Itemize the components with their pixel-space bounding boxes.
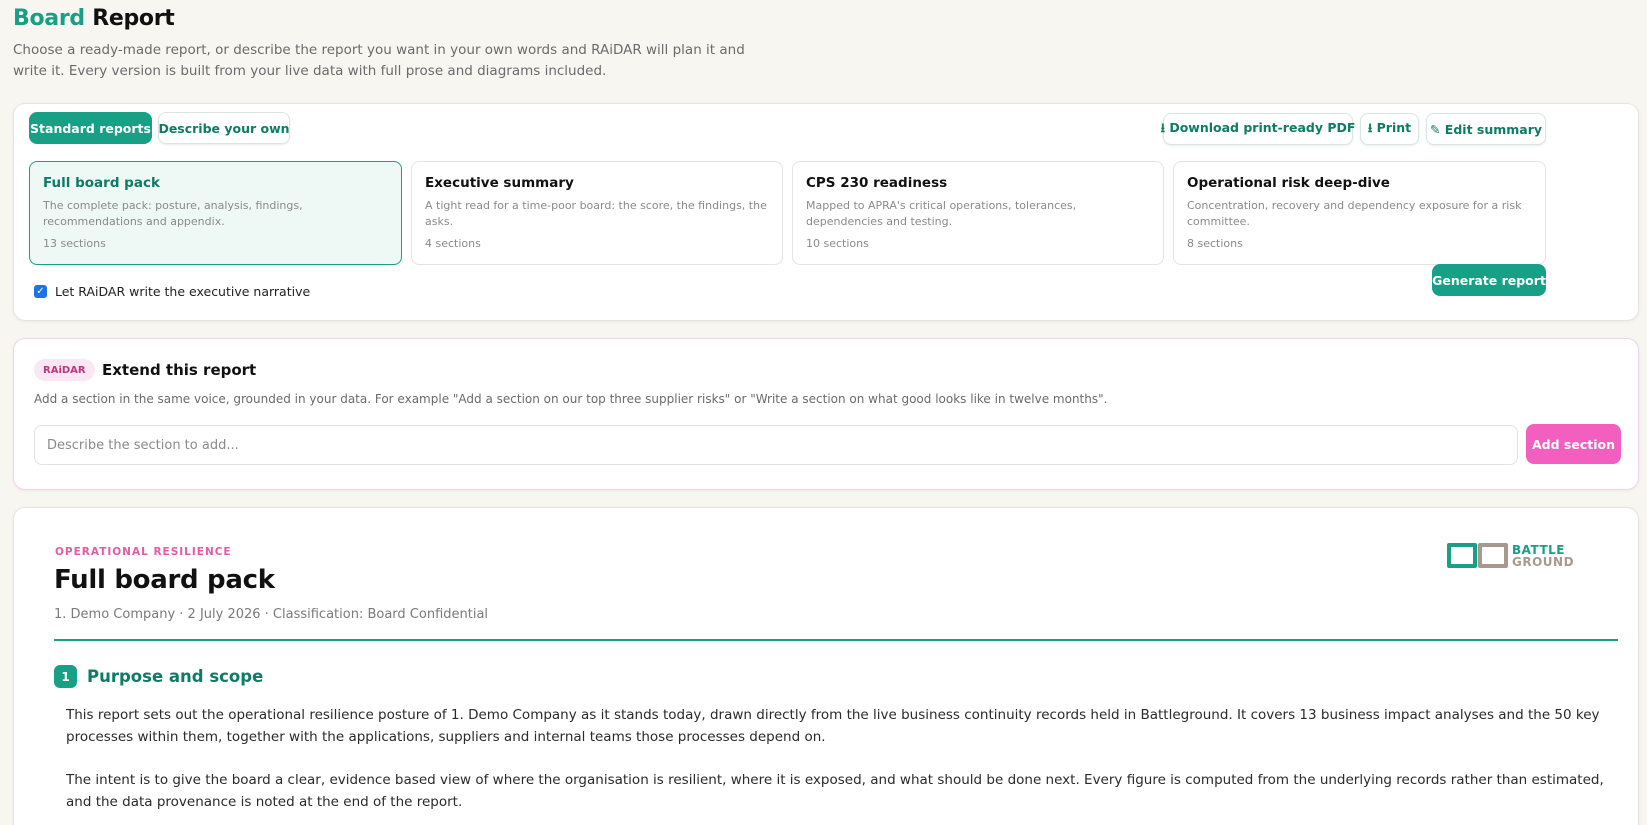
report-preview: OPERATIONAL RESILIENCE Full board pack 1… [13, 507, 1639, 825]
template-section-count: 13 sections [43, 237, 106, 250]
logo-mark-icon [1447, 543, 1508, 568]
section-paragraph: This report sets out the operational res… [66, 707, 1600, 745]
section-description-input[interactable] [34, 425, 1518, 465]
template-description: The complete pack: posture, analysis, fi… [43, 199, 303, 228]
logo-word-1: BATTLE [1512, 542, 1565, 557]
template-description: Mapped to APRA's critical operations, to… [806, 199, 1077, 228]
template-full-board-pack[interactable]: Full board pack The complete pack: postu… [29, 161, 402, 265]
template-description: A tight read for a time-poor board: the … [425, 199, 767, 228]
edit-summary-button[interactable]: ✎ Edit summary [1426, 113, 1546, 145]
narrative-checkbox-label: Let RAiDAR write the executive narrative [55, 284, 311, 299]
report-meta: 1. Demo Company · 2 July 2026 · Classifi… [54, 607, 489, 622]
report-selector-card: Standard reports Describe your own ⭳ Dow… [13, 103, 1639, 321]
standard-reports-tab[interactable]: Standard reports [29, 112, 152, 144]
template-title: CPS 230 readiness [806, 175, 948, 191]
template-section-count: 10 sections [806, 237, 869, 250]
template-section-count: 8 sections [1187, 237, 1243, 250]
report-divider [54, 639, 1618, 641]
print-button[interactable]: ⭳ Print [1360, 113, 1419, 145]
narrative-checkbox[interactable]: ✓ [34, 285, 47, 298]
logo-word-2: GROUND [1512, 554, 1575, 569]
template-title: Full board pack [43, 175, 160, 191]
page-subtitle: Choose a ready-made report, or describe … [13, 42, 745, 79]
template-cps-230-readiness[interactable]: CPS 230 readiness Mapped to APRA's criti… [792, 161, 1164, 265]
describe-your-own-tab[interactable]: Describe your own [158, 112, 290, 144]
add-section-button[interactable]: Add section [1526, 424, 1621, 464]
template-title: Operational risk deep-dive [1187, 175, 1390, 191]
template-operational-risk-deep-dive[interactable]: Operational risk deep-dive Concentration… [1173, 161, 1546, 265]
extend-description: Add a section in the same voice, grounde… [34, 392, 1108, 406]
section-title: Purpose and scope [87, 667, 264, 686]
page-title: Board Report [13, 6, 175, 31]
template-section-count: 4 sections [425, 237, 481, 250]
section-number: 1 [54, 665, 77, 688]
section-paragraph: The intent is to give the board a clear,… [66, 772, 1604, 810]
report-eyebrow: OPERATIONAL RESILIENCE [55, 546, 232, 558]
download-pdf-button[interactable]: ⭳ Download print-ready PDF [1161, 113, 1355, 145]
extend-report-card: RAiDAR Extend this report Add a section … [13, 338, 1639, 490]
raidar-badge: RAiDAR [34, 359, 95, 381]
section-heading: 1 Purpose and scope [54, 665, 263, 688]
page-title-rest: Report [92, 6, 175, 31]
extend-title: Extend this report [102, 361, 257, 379]
template-description: Concentration, recovery and dependency e… [1187, 199, 1522, 228]
narrative-option[interactable]: ✓ Let RAiDAR write the executive narrati… [34, 284, 310, 299]
template-executive-summary[interactable]: Executive summary A tight read for a tim… [411, 161, 783, 265]
report-title: Full board pack [54, 565, 275, 595]
battleground-logo: BATTLE GROUND [1447, 543, 1574, 568]
generate-report-button[interactable]: Generate report [1432, 264, 1546, 296]
template-title: Executive summary [425, 175, 574, 191]
page-title-accent: Board [13, 6, 85, 31]
